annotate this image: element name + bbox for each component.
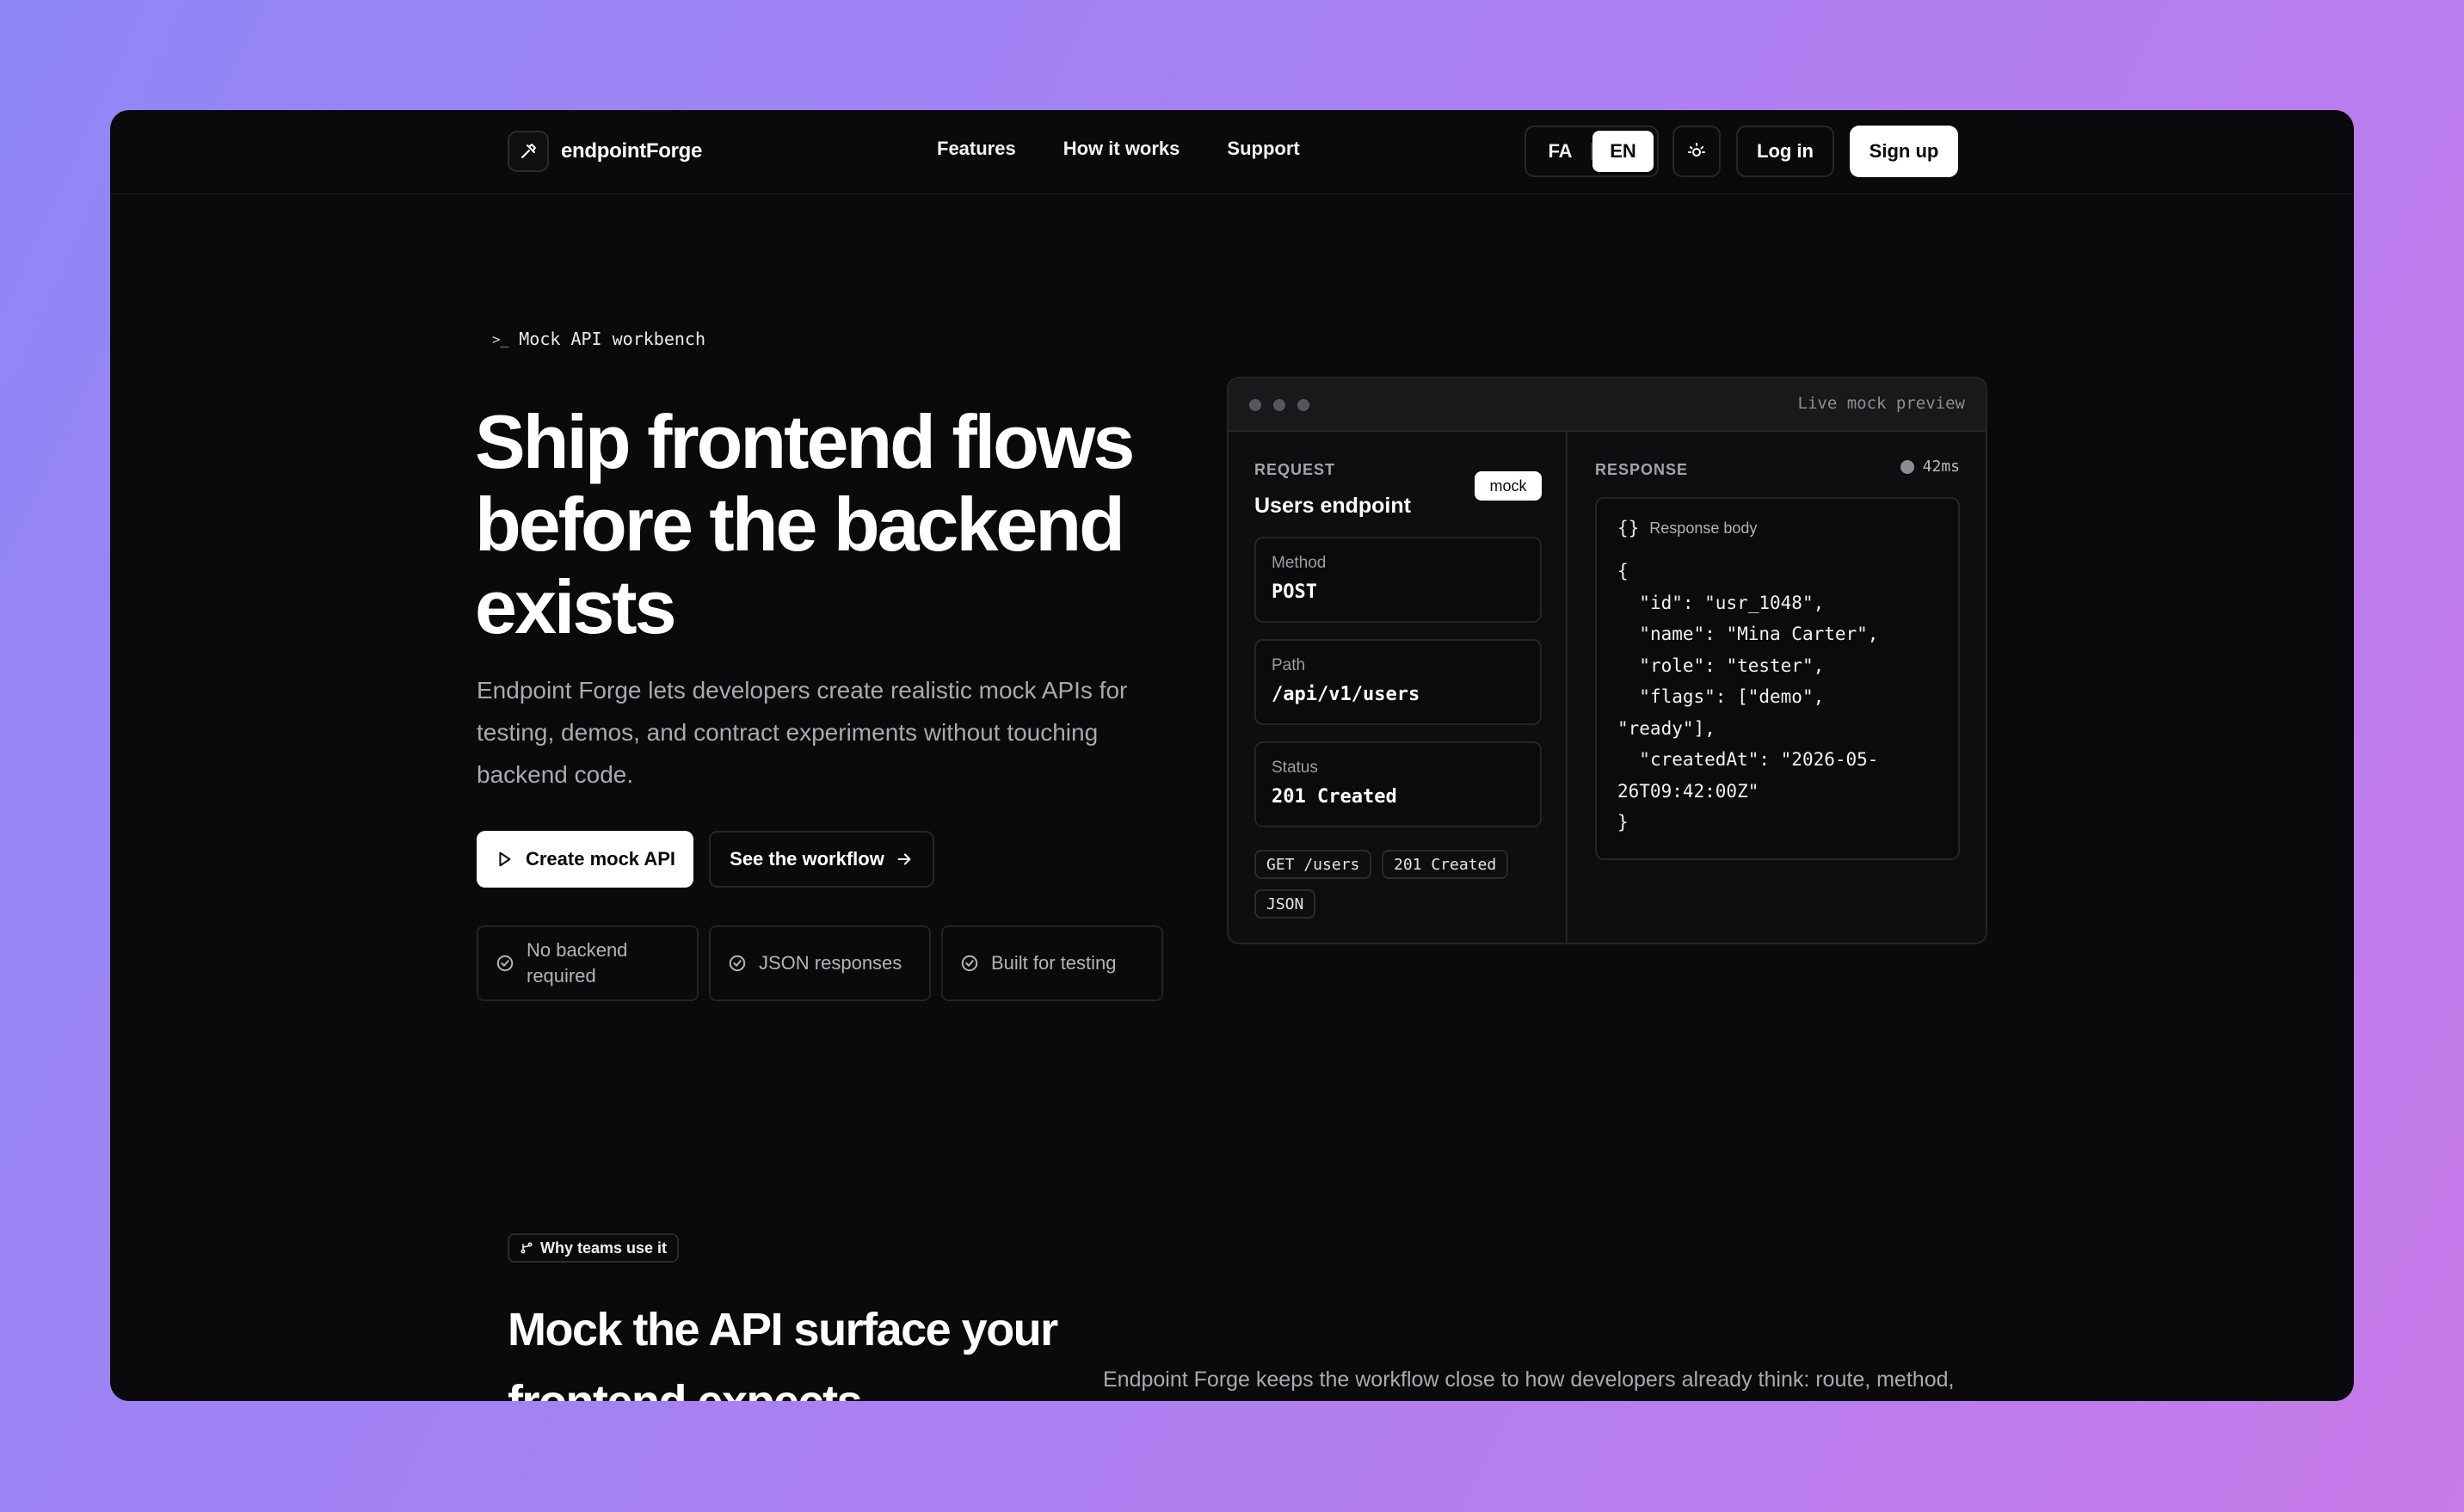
- play-icon: [499, 851, 511, 867]
- terminal-prompt-icon: >_: [492, 330, 509, 347]
- nav-link-support[interactable]: Support: [1227, 138, 1299, 160]
- check-circle-icon: [961, 955, 978, 972]
- status-dot-icon: [1900, 459, 1914, 474]
- feature-label: Built for testing: [991, 952, 1117, 974]
- check-circle-icon: [496, 955, 514, 972]
- create-mock-api-button[interactable]: Create mock API: [477, 831, 693, 888]
- see-workflow-label: See the workflow: [730, 848, 884, 870]
- response-body-json: { "id": "usr_1048", "name": "Mina Carter…: [1617, 561, 1879, 833]
- hero-title: Ship frontend flows before the backend e…: [475, 399, 1135, 649]
- window-dot: [1297, 399, 1309, 411]
- browser-window: endpointForge Features How it works Supp…: [110, 110, 2354, 1401]
- response-panel: RESPONSE 42ms {} Response body { "id": "…: [1569, 432, 1986, 943]
- live-preview-card: Live mock preview REQUEST Users endpoint…: [1227, 377, 1987, 944]
- request-caption: REQUEST: [1254, 461, 1336, 478]
- latency-value: 42ms: [1922, 458, 1960, 476]
- feature-json-responses: JSON responses: [709, 925, 931, 1001]
- status-field[interactable]: Status 201 Created: [1254, 741, 1542, 827]
- method-label: Method: [1272, 554, 1327, 572]
- branch-icon: [521, 1242, 533, 1254]
- status-value: 201 Created: [1272, 786, 1397, 808]
- braces-icon: {}: [1617, 518, 1640, 538]
- brand-name: endpointForge: [561, 139, 703, 163]
- see-workflow-button[interactable]: See the workflow: [709, 831, 934, 888]
- endpoint-title: Users endpoint: [1254, 494, 1411, 518]
- request-chip: GET /users: [1254, 850, 1372, 879]
- why-teams-label: Why teams use it: [540, 1238, 668, 1257]
- response-body-label: Response body: [1649, 519, 1758, 537]
- window-dot: [1273, 399, 1285, 411]
- feature-label: No backend required: [527, 939, 628, 986]
- response-body-header: {} Response body: [1617, 518, 1757, 538]
- section-title: Mock the API surface your frontend expec…: [508, 1304, 1058, 1401]
- latency-indicator: 42ms: [1900, 458, 1960, 476]
- preview-titlebar: Live mock preview: [1229, 378, 1986, 432]
- feature-built-for-testing: Built for testing: [941, 925, 1163, 1001]
- status-label: Status: [1272, 759, 1318, 777]
- brand-logo[interactable]: endpointForge: [508, 129, 702, 174]
- hero-description: Endpoint Forge lets developers create re…: [477, 677, 1128, 788]
- check-circle-icon: [729, 955, 746, 972]
- section-description: Endpoint Forge keeps the workflow close …: [1103, 1368, 1955, 1392]
- method-value: POST: [1272, 581, 1317, 603]
- arrow-right-icon: [897, 853, 911, 865]
- response-caption: RESPONSE: [1595, 461, 1689, 478]
- preview-label: Live mock preview: [1797, 394, 1965, 413]
- lang-option-en[interactable]: EN: [1592, 131, 1654, 172]
- login-button[interactable]: Log in: [1736, 126, 1834, 177]
- primary-nav: Features How it works Support: [937, 138, 1300, 160]
- method-field[interactable]: Method POST: [1254, 537, 1542, 623]
- path-label: Path: [1272, 656, 1306, 674]
- request-chip: 201 Created: [1382, 850, 1509, 879]
- create-mock-api-label: Create mock API: [525, 848, 676, 870]
- window-dot: [1249, 399, 1261, 411]
- theme-toggle-icon: [1688, 143, 1705, 157]
- why-teams-tag: Why teams use it: [508, 1233, 680, 1263]
- mock-badge: mock: [1475, 471, 1542, 501]
- path-value: /api/v1/users: [1272, 684, 1420, 705]
- hammer-icon: [508, 131, 549, 172]
- feature-no-backend: No backend required: [477, 925, 699, 1001]
- hero-eyebrow: >_ Mock API workbench: [492, 329, 705, 349]
- signup-button[interactable]: Sign up: [1850, 126, 1958, 177]
- path-field[interactable]: Path /api/v1/users: [1254, 639, 1542, 725]
- language-switcher: FA EN: [1525, 126, 1659, 177]
- nav-link-features[interactable]: Features: [937, 138, 1016, 160]
- lang-option-fa[interactable]: FA: [1530, 131, 1591, 172]
- request-chip: JSON: [1254, 889, 1316, 919]
- feature-label: JSON responses: [759, 952, 902, 974]
- hero-eyebrow-text: Mock API workbench: [519, 329, 706, 349]
- theme-toggle-button[interactable]: [1672, 126, 1721, 177]
- request-panel: REQUEST Users endpoint mock Method POST …: [1229, 432, 1568, 943]
- top-nav: endpointForge Features How it works Supp…: [110, 110, 2354, 194]
- response-body-box: {} Response body { "id": "usr_1048", "na…: [1595, 497, 1960, 860]
- nav-link-how-it-works[interactable]: How it works: [1063, 138, 1180, 160]
